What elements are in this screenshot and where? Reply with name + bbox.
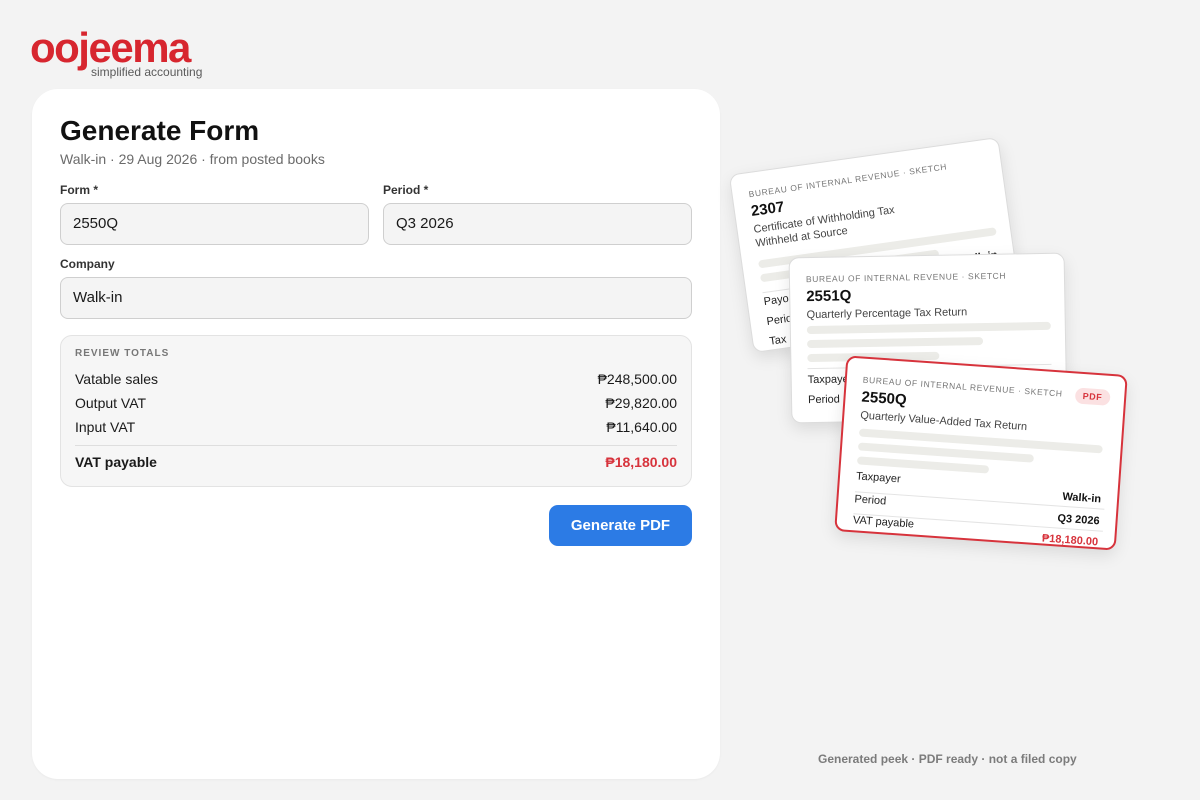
page-subtitle: Walk-in · 29 Aug 2026 · from posted book… (60, 151, 325, 167)
review-total-row: VAT payable ₱18,180.00 (75, 454, 677, 474)
preview-footnote: Generated peek · PDF ready · not a filed… (818, 752, 1077, 766)
vat-payable-value: ₱18,180.00 (605, 454, 677, 470)
sheet-placeholder-bar (807, 337, 984, 349)
sheet-row-label: Taxpayer (855, 470, 902, 486)
generate-form-card: Generate Form Walk-in · 29 Aug 2026 · fr… (32, 89, 720, 779)
form-label: Form * (60, 183, 99, 197)
preview-sheet-2550q[interactable]: BUREAU OF INTERNAL REVENUE · SKETCH PDF … (834, 355, 1128, 551)
sheet-row-label: Taxpaye (807, 373, 849, 387)
brand-logo: oojeema simplified accounting (30, 24, 210, 80)
sheet-row-value: Walk-in (1062, 490, 1102, 506)
review-row-label: Input VAT (75, 419, 136, 435)
review-row: Vatable sales ₱248,500.00 (75, 371, 677, 391)
company-select[interactable]: Walk-in (60, 277, 692, 319)
review-row: Input VAT ₱11,640.00 (75, 419, 677, 439)
sheet-header: BUREAU OF INTERNAL REVENUE · SKETCH (747, 161, 948, 200)
sheet-row-label: Tax (768, 333, 788, 348)
sheet-form-code: 2307 (749, 198, 786, 220)
review-row-label: Vatable sales (75, 371, 159, 387)
sheet-form-name: Quarterly Percentage Tax Return (806, 306, 968, 322)
sheet-row-value: Q3 2026 (1056, 512, 1100, 528)
sheet-row-label: Payo (763, 292, 790, 309)
review-row-value: ₱11,640.00 (606, 419, 677, 435)
generate-pdf-button[interactable]: Generate PDF (549, 505, 692, 546)
sheet-row-value: ₱18,180.00 (1041, 532, 1099, 549)
sheet-form-code: 2550Q (861, 388, 908, 409)
sheet-header: BUREAU OF INTERNAL REVENUE · SKETCH (805, 270, 1007, 285)
sheet-row-label: Period (854, 493, 887, 508)
review-row: Output VAT ₱29,820.00 (75, 395, 677, 415)
logo-tagline: simplified accounting (91, 65, 203, 79)
review-row-label: Output VAT (75, 395, 147, 411)
form-select[interactable]: 2550Q (60, 203, 369, 245)
review-totals-panel: REVIEW TOTALS Vatable sales ₱248,500.00 … (60, 335, 692, 487)
period-select[interactable]: Q3 2026 (383, 203, 692, 245)
sheet-row-label: Period (807, 393, 840, 407)
review-divider (75, 445, 677, 446)
page-title: Generate Form (60, 115, 260, 146)
review-heading: REVIEW TOTALS (75, 348, 170, 359)
company-label: Company (60, 257, 115, 271)
review-row-value: ₱248,500.00 (597, 371, 677, 387)
review-row-value: ₱29,820.00 (605, 395, 677, 411)
logo-wordmark: oojeema (30, 24, 191, 71)
sheet-form-code: 2551Q (806, 287, 852, 306)
sheet-placeholder-bar (806, 321, 1051, 335)
pdf-badge: PDF (1074, 387, 1111, 406)
period-label: Period * (383, 183, 429, 197)
vat-payable-label: VAT payable (75, 454, 157, 470)
